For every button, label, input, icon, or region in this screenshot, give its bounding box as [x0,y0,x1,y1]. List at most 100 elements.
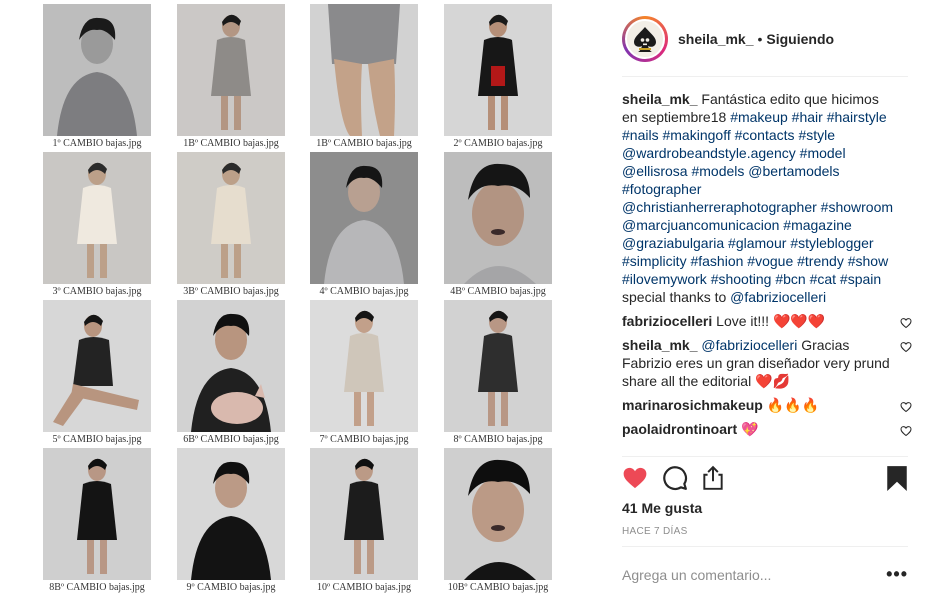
tag-link[interactable]: #makeup [730,109,788,125]
photo-filename-caption: 9º CAMBIO bajas.jpg [186,582,276,593]
photo-filename-caption: 10º CAMBIO bajas.jpg [317,582,411,593]
share-upload-icon[interactable] [700,464,726,492]
tag-link[interactable]: #styleblogger [790,235,873,251]
comment-rows: fabriziocelleri Love it!!! ❤️❤️❤️ sheila_… [622,312,912,438]
post-header: sheila_mk_ • Siguiendo [622,16,908,62]
contact-sheet-photo [310,152,418,284]
comment-bubble-icon[interactable] [662,464,688,492]
tag-link[interactable]: #style [798,127,835,143]
actions-divider [622,456,908,457]
tag-link[interactable]: #showroom [821,199,893,215]
following-button[interactable]: Siguiendo [766,31,834,47]
contact-sheet-photo [444,300,552,432]
tag-link[interactable]: #makingoff [662,127,730,143]
photo-filename-caption: 8Bº CAMBIO bajas.jpg [49,582,145,593]
heart-outline-icon[interactable] [900,339,912,353]
tag-link[interactable]: #contacts [735,127,795,143]
comment-text: 🔥🔥🔥 [762,397,820,413]
contact-sheet-photo [310,300,418,432]
tag-link[interactable]: #magazine [783,217,852,233]
comment-text: ❤️💋 [755,373,790,389]
tag-link[interactable]: @wardrobeandstyle.agency [622,145,796,161]
tag-link[interactable]: @bertamodels [748,163,839,179]
tag-link[interactable]: #cat [810,271,836,287]
photo-filename-caption: 3º CAMBIO bajas.jpg [52,286,142,297]
add-comment-input[interactable] [622,565,872,585]
tag-link[interactable]: @fabriziocelleri [701,337,797,353]
header-divider [622,76,908,77]
tag-link[interactable]: @marcjuancomunicacion [622,217,779,233]
comment-row: marinarosichmakeup 🔥🔥🔥 [622,396,912,414]
contact-sheet-photo [444,448,552,580]
heart-outline-icon[interactable] [900,423,912,437]
avatar-story-ring[interactable] [622,16,668,62]
comment-text: 💖 [737,421,759,437]
photo-filename-caption: 8º CAMBIO bajas.jpg [453,434,543,445]
contact-sheet-photo [43,300,151,432]
bookmark-filled-icon[interactable] [884,464,910,492]
tag-link[interactable]: @christianherreraphotographer [622,199,817,215]
tag-link[interactable]: @graziabulgaria [622,235,724,251]
caption-text: Fantástica edito que hicimos en septiemb… [622,91,893,305]
likes-count[interactable]: 41 Me gusta [622,500,702,516]
avatar[interactable] [625,19,665,59]
tag-link[interactable]: @fabriziocelleri [730,289,826,305]
heart-outline-icon[interactable] [900,315,912,329]
more-options-icon[interactable]: ••• [886,565,908,583]
contact-sheet-photo [310,4,418,136]
tag-link[interactable]: #model [800,145,846,161]
tag-link[interactable]: #bcn [775,271,805,287]
tag-link[interactable]: #hairstyle [827,109,887,125]
comment-row: paolaidrontinoart 💖 [622,420,912,438]
photo-filename-caption: 4Bº CAMBIO bajas.jpg [450,286,546,297]
photo-filename-caption: 6Bº CAMBIO bajas.jpg [183,434,279,445]
tag-link[interactable]: #ilovemywork [622,271,707,287]
tag-link[interactable]: #glamour [728,235,786,251]
photo-filename-caption: 1Bº CAMBIO bajas.jpg [316,138,412,149]
heart-filled-icon[interactable] [622,464,648,492]
contact-sheet-photo [444,4,552,136]
header-username[interactable]: sheila_mk_ [678,31,754,47]
add-comment-bar: ••• [622,565,908,585]
comment-username[interactable]: sheila_mk_ [622,337,698,353]
tag-link[interactable]: #nails [622,127,659,143]
contact-sheet-photo [177,152,285,284]
tag-link[interactable]: @ellisrosa [622,163,688,179]
post-image[interactable]: 1º CAMBIO bajas.jpg 1Bº CAMBIO bajas.jpg 1… [0,0,594,597]
contact-sheet-photo [177,300,285,432]
header-separator: • [757,31,763,47]
photo-filename-caption: 5º CAMBIO bajas.jpg [52,434,142,445]
comment-row: fabriziocelleri Love it!!! ❤️❤️❤️ [622,312,912,330]
contact-sheet-photo [177,4,285,136]
comment-username[interactable]: paolaidrontinoart [622,421,737,437]
caption-username[interactable]: sheila_mk_ [622,91,698,107]
tag-link[interactable]: #vogue [747,253,793,269]
spade-skull-logo-icon [634,27,656,52]
tag-link[interactable]: #spain [840,271,881,287]
tag-link[interactable]: #shooting [711,271,772,287]
tag-link[interactable]: #show [848,253,888,269]
contact-sheet-photo [43,152,151,284]
tag-link[interactable]: #fashion [690,253,743,269]
tag-link[interactable]: #fotographer [622,181,701,197]
tag-link[interactable]: #trendy [797,253,844,269]
photo-filename-caption: 10Bº CAMBIO bajas.jpg [447,582,549,593]
photo-filename-caption: 3Bº CAMBIO bajas.jpg [183,286,279,297]
post-timestamp[interactable]: HACE 7 DÍAS [622,526,688,537]
post-side-panel: sheila_mk_ • Siguiendo sheila_mk_ Fantás… [594,0,926,597]
comment-username[interactable]: marinarosichmakeup [622,397,763,413]
tag-link[interactable]: #models [691,163,744,179]
comment-row: sheila_mk_ @fabriziocelleri Gracias Fabr… [622,336,912,390]
photo-filename-caption: 1º CAMBIO bajas.jpg [52,138,142,149]
action-bar [622,464,908,496]
heart-outline-icon[interactable] [900,399,912,413]
post-caption: sheila_mk_ Fantástica edito que hicimos … [622,90,912,306]
tag-link[interactable]: #simplicity [622,253,687,269]
comments-list: sheila_mk_ Fantástica edito que hicimos … [622,90,912,444]
contact-sheet-photo [177,448,285,580]
comment-text: special thanks to [622,289,731,305]
photo-filename-caption: 4º CAMBIO bajas.jpg [319,286,409,297]
tag-link[interactable]: #hair [792,109,823,125]
photo-filename-caption: 2º CAMBIO bajas.jpg [453,138,543,149]
comment-username[interactable]: fabriziocelleri [622,313,712,329]
